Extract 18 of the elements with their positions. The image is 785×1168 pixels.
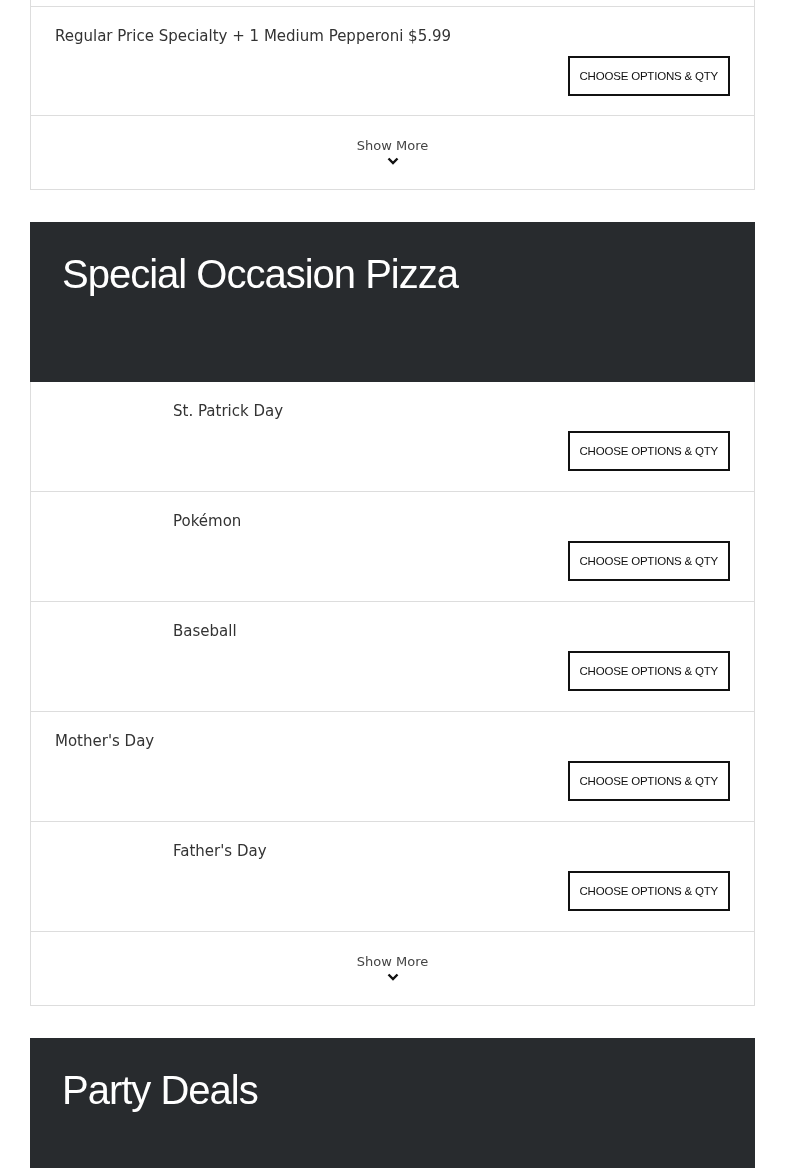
- choose-options-button[interactable]: CHOOSE OPTIONS & QTY: [567, 431, 730, 471]
- choose-options-button[interactable]: CHOOSE OPTIONS & QTY: [567, 761, 730, 801]
- item-name: Mother's Day: [55, 731, 156, 751]
- choose-options-button[interactable]: CHOOSE OPTIONS & QTY: [567, 871, 730, 911]
- item-name: St. Patrick Day: [172, 401, 285, 421]
- choose-options-button[interactable]: CHOOSE OPTIONS & QTY: [567, 651, 730, 691]
- choose-options-button[interactable]: CHOOSE OPTIONS & QTY: [567, 541, 730, 581]
- section-title: Party Deals: [62, 1067, 259, 1114]
- chevron-down-icon[interactable]: [386, 157, 399, 165]
- item-name: Regular Price Specialty + 1 Medium Pepperoni $5.99: [55, 26, 453, 46]
- item-name: Father's Day: [172, 841, 268, 861]
- show-more-link[interactable]: Show More: [356, 137, 429, 155]
- item-name: Pokémon: [172, 511, 243, 531]
- chevron-down-icon[interactable]: [386, 973, 399, 981]
- show-more-link[interactable]: Show More: [356, 953, 429, 971]
- item-name: Baseball: [172, 621, 238, 641]
- choose-options-button[interactable]: CHOOSE OPTIONS & QTY: [567, 56, 730, 96]
- section-title: Special Occasion Pizza: [62, 251, 460, 298]
